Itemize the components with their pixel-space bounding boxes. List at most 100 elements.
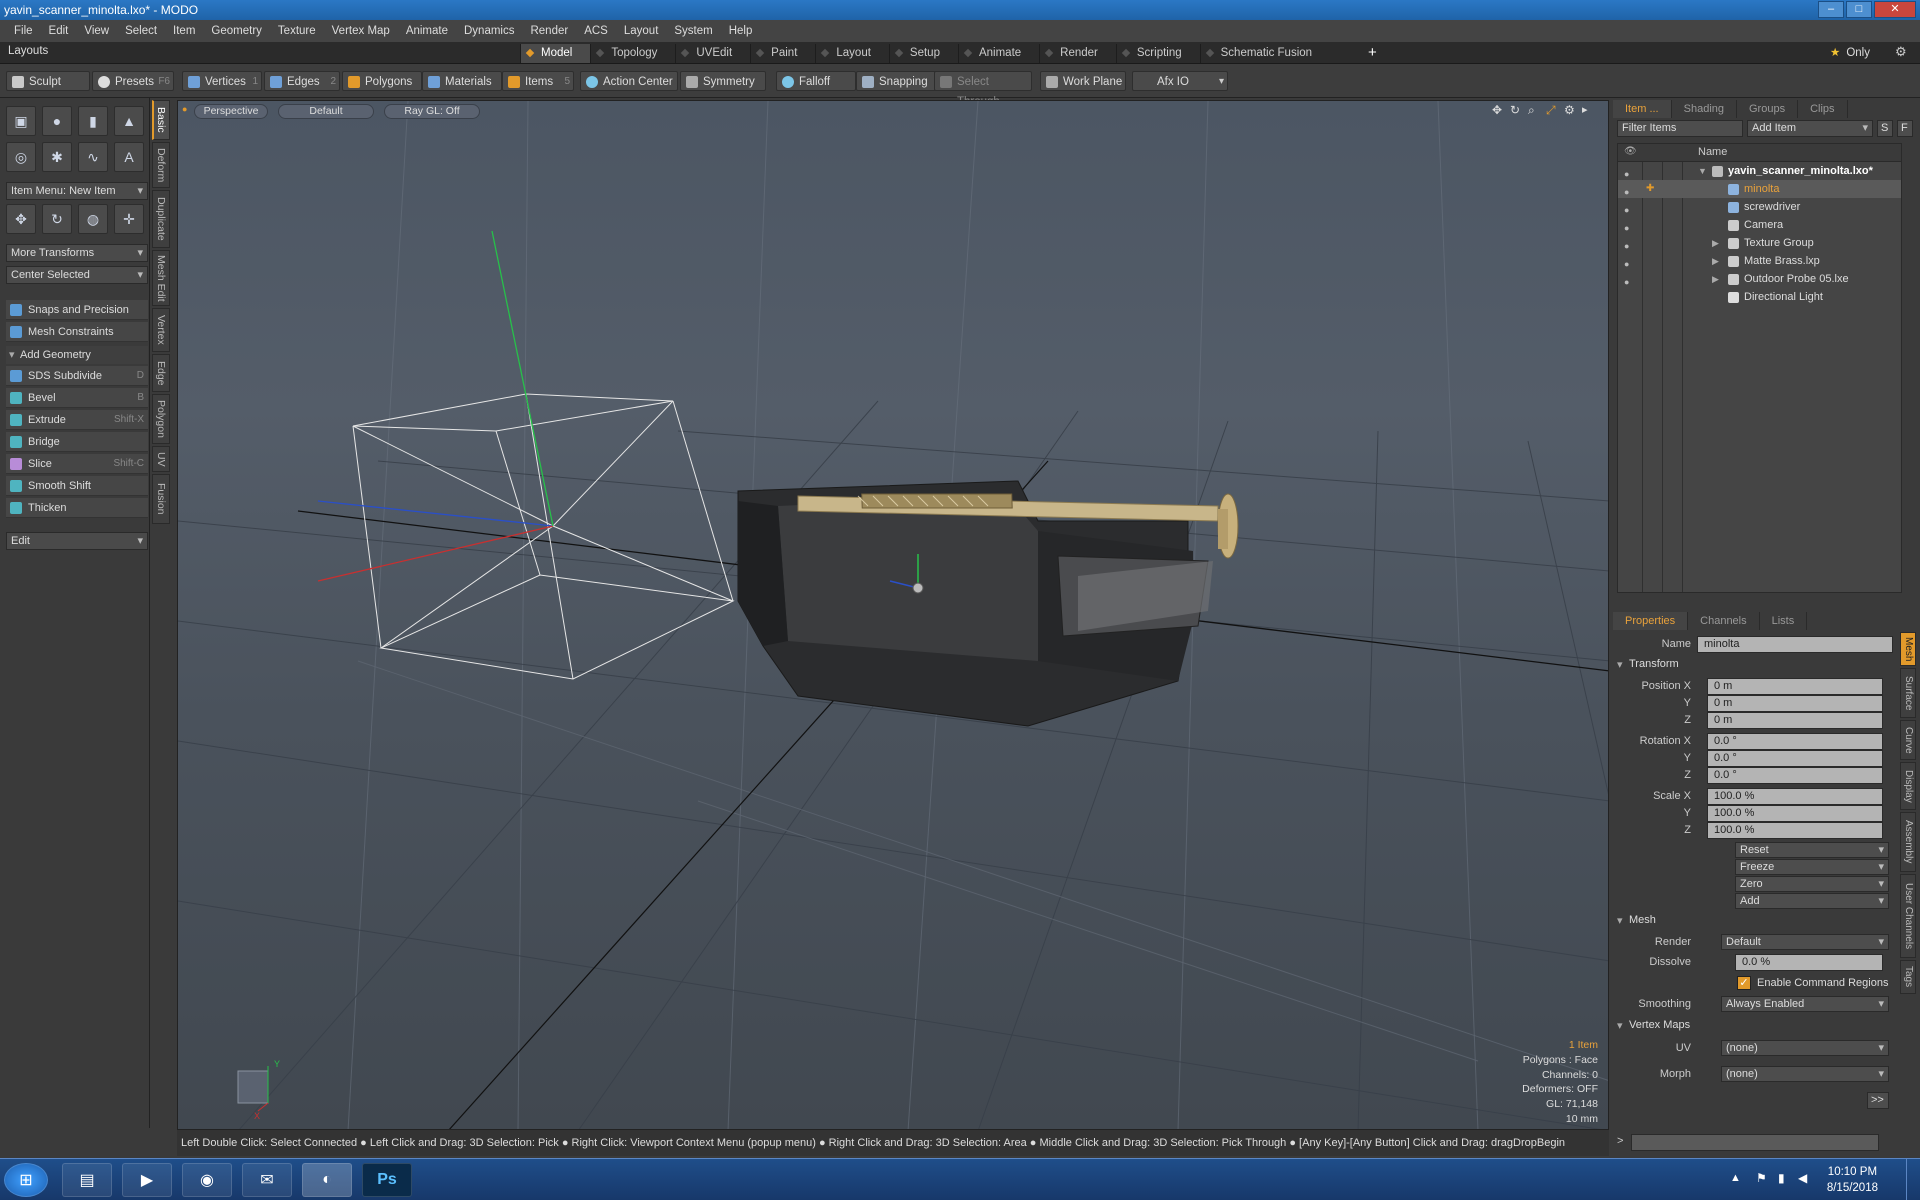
menu-texture[interactable]: Texture	[270, 25, 324, 37]
dissolve-field[interactable]: 0.0 %	[1735, 954, 1883, 971]
sds-subdivide-button[interactable]: SDS Subdivide D	[6, 366, 148, 386]
position-z-field[interactable]: 0 m	[1707, 712, 1883, 729]
item-row-camera[interactable]: ● Camera	[1618, 216, 1901, 234]
rotate-icon[interactable]: ↻	[42, 204, 72, 234]
eye-icon[interactable]: ●	[1624, 201, 1636, 215]
pan-icon[interactable]: ✥	[1492, 103, 1502, 117]
media-player-icon[interactable]: ▶	[122, 1163, 172, 1197]
cylinder-icon[interactable]: ▮	[78, 106, 108, 136]
vtab-polygon[interactable]: Polygon	[152, 394, 170, 444]
freeze-dropdown[interactable]: Freeze	[1735, 859, 1889, 875]
item-row-minolta[interactable]: ● ✚ minolta	[1618, 180, 1901, 198]
tab-lists[interactable]: Lists	[1760, 612, 1808, 630]
position-x-field[interactable]: 0 m	[1707, 678, 1883, 695]
vtab-mesh-edit[interactable]: Mesh Edit	[152, 250, 170, 306]
vtab-basic[interactable]: Basic	[152, 100, 170, 140]
orbit-icon[interactable]: ↻	[1510, 103, 1520, 117]
maximize-button[interactable]: □	[1846, 1, 1872, 18]
render-dropdown[interactable]: Default	[1721, 934, 1889, 950]
clock[interactable]: 10:10 PM 8/15/2018	[1827, 1164, 1878, 1196]
rotation-x-field[interactable]: 0.0 °	[1707, 733, 1883, 750]
flag-icon[interactable]: ⚑	[1756, 1171, 1767, 1185]
uv-dropdown[interactable]: (none)	[1721, 1040, 1889, 1056]
vtab-duplicate[interactable]: Duplicate	[152, 190, 170, 248]
network-icon[interactable]: ▮	[1778, 1171, 1785, 1185]
sphere-icon[interactable]: ●	[42, 106, 72, 136]
torus-icon[interactable]: ◎	[6, 142, 36, 172]
side-tab-display[interactable]: Display	[1900, 762, 1916, 810]
tab-schematic-fusion[interactable]: Schematic Fusion	[1199, 44, 1330, 63]
viewport-menu-icon[interactable]: ●	[182, 104, 187, 114]
tab-properties[interactable]: Properties	[1613, 612, 1689, 630]
vtab-uv[interactable]: UV	[152, 446, 170, 472]
menu-view[interactable]: View	[76, 25, 117, 37]
vtab-edge[interactable]: Edge	[152, 354, 170, 392]
star-shape-icon[interactable]: ✱	[42, 142, 72, 172]
vtab-vertex[interactable]: Vertex	[152, 308, 170, 352]
firefox-icon[interactable]: ◉	[182, 1163, 232, 1197]
side-tab-curve[interactable]: Curve	[1900, 720, 1916, 760]
close-button[interactable]: ✕	[1874, 1, 1916, 18]
s-button[interactable]: S	[1877, 120, 1893, 137]
text-tool-icon[interactable]: A	[114, 142, 144, 172]
scale-y-field[interactable]: 100.0 %	[1707, 805, 1883, 822]
add-tab-button[interactable]: +	[1368, 44, 1377, 61]
menu-acs[interactable]: ACS	[576, 25, 616, 37]
curve-icon[interactable]: ∿	[78, 142, 108, 172]
scale-x-field[interactable]: 100.0 %	[1707, 788, 1883, 805]
add-geometry-section[interactable]: Add Geometry	[6, 346, 148, 364]
eye-icon[interactable]: ●	[1624, 165, 1636, 179]
show-desktop-button[interactable]	[1906, 1159, 1920, 1200]
sculpt-button[interactable]: Sculpt	[6, 71, 90, 91]
side-tab-mesh[interactable]: Mesh	[1900, 632, 1916, 666]
item-row-directional-light[interactable]: Directional Light	[1618, 288, 1901, 306]
item-row-matte-brass[interactable]: ● ▶ Matte Brass.lxp	[1618, 252, 1901, 270]
viewport-expand-icon[interactable]: ▸	[1582, 103, 1588, 116]
side-tab-assembly[interactable]: Assembly	[1900, 812, 1916, 872]
thunderbird-icon[interactable]: ✉	[242, 1163, 292, 1197]
minimize-button[interactable]: –	[1818, 1, 1844, 18]
scale-z-field[interactable]: 100.0 %	[1707, 822, 1883, 839]
edit-dropdown[interactable]: Edit	[6, 532, 148, 550]
side-tab-user-channels[interactable]: User Channels	[1900, 874, 1916, 958]
menu-help[interactable]: Help	[721, 25, 761, 37]
menu-dynamics[interactable]: Dynamics	[456, 25, 522, 37]
view-dropdown[interactable]: Perspective	[194, 104, 268, 119]
item-menu-dropdown[interactable]: Item Menu: New Item	[6, 182, 148, 200]
side-tab-surface[interactable]: Surface	[1900, 668, 1916, 718]
extrude-button[interactable]: Extrude Shift-X	[6, 410, 148, 430]
item-row-outdoor-probe[interactable]: ● ▶ Outdoor Probe 05.lxe	[1618, 270, 1901, 288]
start-button[interactable]: ⊞	[4, 1163, 48, 1197]
3d-viewport[interactable]: Y X ● Perspective Default Ray GL: Off ✥ …	[177, 100, 1609, 1130]
tray-arrow-icon[interactable]: ▲	[1730, 1172, 1741, 1184]
items-button[interactable]: Items 5	[502, 71, 574, 91]
menu-select[interactable]: Select	[117, 25, 165, 37]
shading-dropdown[interactable]: Default	[278, 104, 374, 119]
reset-dropdown[interactable]: Reset	[1735, 842, 1889, 858]
materials-button[interactable]: Materials	[422, 71, 502, 91]
tab-topology[interactable]: Topology	[590, 44, 675, 63]
eye-icon[interactable]: ●	[1624, 273, 1636, 287]
viewport-scene[interactable]: Y X	[178, 101, 1609, 1130]
edit-lock-icon[interactable]: ✚	[1646, 180, 1654, 198]
eye-icon[interactable]: ●	[1624, 219, 1636, 233]
action-center-button[interactable]: Action Center	[580, 71, 678, 91]
command-input[interactable]	[1631, 1134, 1879, 1151]
tab-channels[interactable]: Channels	[1688, 612, 1760, 630]
eye-icon[interactable]: ●	[1624, 183, 1636, 197]
tab-clips[interactable]: Clips	[1798, 100, 1848, 118]
cone-icon[interactable]: ▲	[114, 106, 144, 136]
bridge-button[interactable]: Bridge	[6, 432, 148, 452]
volume-icon[interactable]: ◀	[1798, 1171, 1807, 1185]
item-row-texture-group[interactable]: ● ▶ Texture Group	[1618, 234, 1901, 252]
expand-triangle-icon[interactable]: ▶	[1712, 252, 1719, 270]
menu-layout[interactable]: Layout	[616, 25, 667, 37]
layouts-button[interactable]: Layouts	[8, 45, 48, 57]
thicken-button[interactable]: Thicken	[6, 498, 148, 518]
vtab-deform[interactable]: Deform	[152, 142, 170, 188]
menu-item[interactable]: Item	[165, 25, 203, 37]
falloff-button[interactable]: Falloff	[776, 71, 856, 91]
more-transforms-dropdown[interactable]: More Transforms	[6, 244, 148, 262]
transform-icon[interactable]: ✛	[114, 204, 144, 234]
menu-animate[interactable]: Animate	[398, 25, 456, 37]
